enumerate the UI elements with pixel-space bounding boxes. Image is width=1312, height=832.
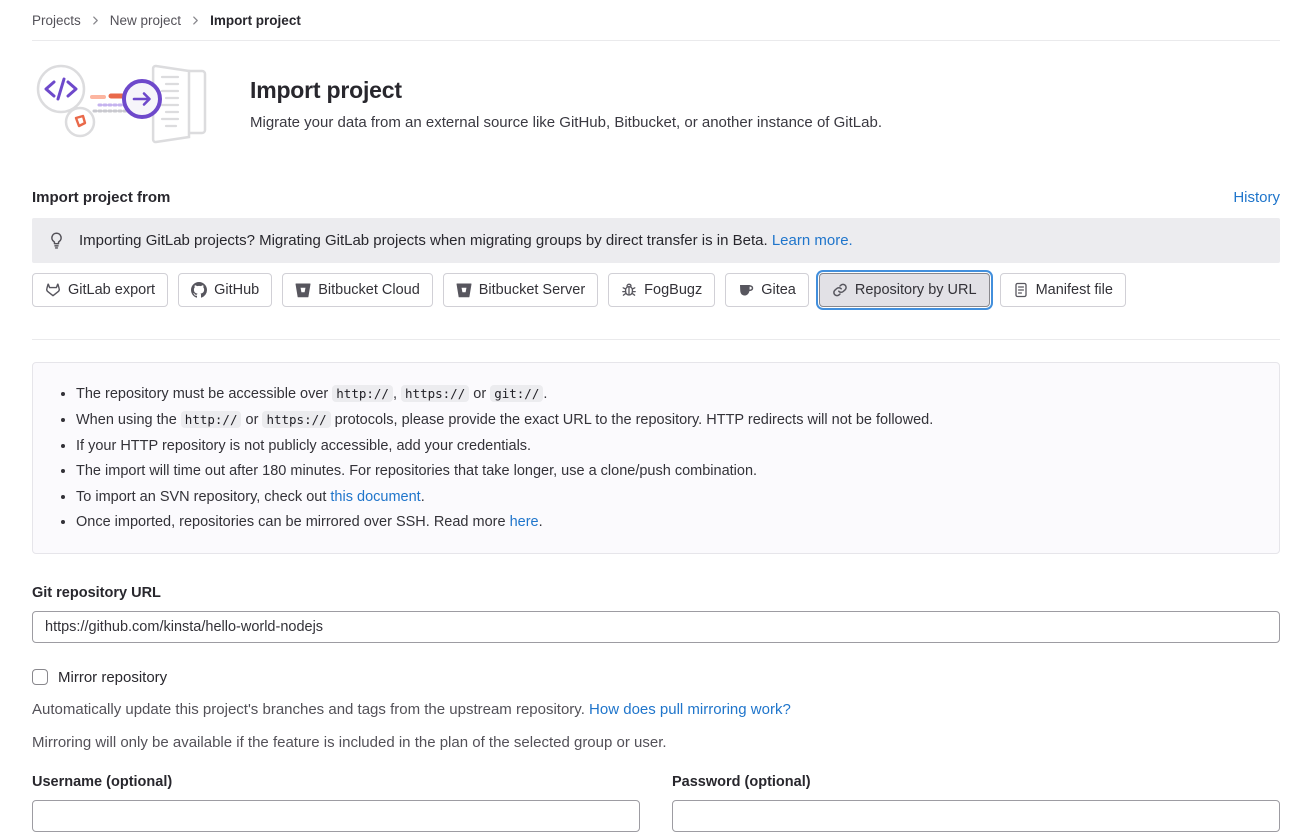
info-bullet-text: The import will time out after 180 minut…: [76, 463, 757, 479]
git-repository-url-input[interactable]: [32, 611, 1280, 643]
info-bullet-link[interactable]: this document: [330, 489, 420, 505]
beta-banner-text: Importing GitLab projects? Migrating Git…: [79, 232, 853, 249]
import-source-button-repository-by-url[interactable]: Repository by URL: [819, 273, 990, 307]
chevron-right-icon: [190, 15, 201, 26]
username-label: Username (optional): [32, 774, 640, 790]
import-source-button-gitea[interactable]: Gitea: [725, 273, 809, 307]
info-bullet-text: protocols, please provide the exact URL …: [331, 412, 934, 428]
info-bullet-text: Once imported, repositories can be mirro…: [76, 514, 510, 530]
breadcrumb-link-new-project[interactable]: New project: [110, 13, 181, 28]
import-source-button-bitbucket-server[interactable]: Bitbucket Server: [443, 273, 598, 307]
page-title: Import project: [250, 77, 882, 104]
git-repository-url-label: Git repository URL: [32, 585, 1280, 601]
username-field-group: Username (optional): [32, 774, 640, 832]
protocol-code: http://: [181, 411, 242, 428]
beta-banner-message: Importing GitLab projects? Migrating Git…: [79, 232, 768, 249]
import-source-label: GitLab export: [68, 281, 155, 299]
import-source-label: Bitbucket Server: [479, 281, 585, 299]
learn-more-link[interactable]: Learn more.: [772, 232, 853, 249]
protocol-code: https://: [262, 411, 330, 428]
bitbucket-icon: [295, 282, 311, 298]
document-icon: [1013, 282, 1029, 298]
password-label: Password (optional): [672, 774, 1280, 790]
password-input[interactable]: [672, 800, 1280, 832]
section-divider: [32, 339, 1280, 340]
import-source-label: Repository by URL: [855, 281, 977, 299]
repository-url-info-box: The repository must be accessible over h…: [32, 362, 1280, 554]
protocol-code: http://: [332, 385, 393, 402]
bitbucket-icon: [456, 282, 472, 298]
info-bullet-list: The repository must be accessible over h…: [49, 383, 1263, 534]
info-bullet-text: or: [241, 412, 262, 428]
info-bullet: When using the http:// or https:// proto…: [76, 409, 1263, 431]
info-bullet-text: .: [539, 514, 543, 530]
import-source-button-manifest-file[interactable]: Manifest file: [1000, 273, 1126, 307]
mirror-help-message: Automatically update this project's bran…: [32, 701, 585, 718]
info-bullet-text: or: [469, 386, 490, 402]
info-bullet: If your HTTP repository is not publicly …: [76, 436, 1263, 457]
mirror-plan-note: Mirroring will only be available if the …: [32, 734, 1280, 751]
protocol-code: git://: [490, 385, 543, 402]
page-header: Import project Migrate your data from an…: [32, 59, 1280, 149]
pull-mirroring-link[interactable]: How does pull mirroring work?: [589, 701, 791, 718]
breadcrumb: Projects New project Import project: [32, 0, 1280, 28]
chevron-right-icon: [90, 15, 101, 26]
info-bullet-link[interactable]: here: [510, 514, 539, 530]
protocol-code: https://: [401, 385, 469, 402]
import-source-button-gitlab-export[interactable]: GitLab export: [32, 273, 168, 307]
mirror-help-text: Automatically update this project's bran…: [32, 701, 1280, 718]
breadcrumb-divider: [32, 40, 1280, 41]
mirror-repository-label[interactable]: Mirror repository: [58, 669, 167, 686]
breadcrumb-current-import-project: Import project: [210, 13, 301, 28]
import-source-button-github[interactable]: GitHub: [178, 273, 272, 307]
info-bullet-text: To import an SVN repository, check out: [76, 489, 330, 505]
mirror-repository-checkbox[interactable]: [32, 669, 48, 685]
info-bullet: The repository must be accessible over h…: [76, 383, 1263, 405]
beta-banner: Importing GitLab projects? Migrating Git…: [32, 218, 1280, 263]
history-link[interactable]: History: [1233, 189, 1280, 206]
lightbulb-icon: [48, 232, 65, 249]
breadcrumb-link-projects[interactable]: Projects: [32, 13, 81, 28]
import-from-section-header: Import project from History: [32, 189, 1280, 206]
link-icon: [832, 282, 848, 298]
import-source-label: FogBugz: [644, 281, 702, 299]
info-bullet-text: The repository must be accessible over: [76, 386, 332, 402]
info-bullet-text: .: [421, 489, 425, 505]
import-project-page: Projects New project Import project: [0, 0, 1312, 832]
page-header-text: Import project Migrate your data from an…: [250, 77, 882, 131]
import-source-label: Manifest file: [1036, 281, 1113, 299]
username-input[interactable]: [32, 800, 640, 832]
info-bullet-text: .: [543, 386, 547, 402]
import-source-button-bitbucket-cloud[interactable]: Bitbucket Cloud: [282, 273, 433, 307]
gitlab-icon: [45, 282, 61, 298]
info-bullet-text: When using the: [76, 412, 181, 428]
import-source-label: GitHub: [214, 281, 259, 299]
page-subtitle: Migrate your data from an external sourc…: [250, 114, 882, 131]
gitea-icon: [738, 282, 754, 298]
info-bullet: Once imported, repositories can be mirro…: [76, 512, 1263, 533]
info-bullet-text: If your HTTP repository is not publicly …: [76, 438, 531, 454]
password-field-group: Password (optional): [672, 774, 1280, 832]
github-icon: [191, 282, 207, 298]
info-bullet-text: ,: [393, 386, 401, 402]
import-source-label: Gitea: [761, 281, 796, 299]
info-bullet: The import will time out after 180 minut…: [76, 461, 1263, 482]
bug-icon: [621, 282, 637, 298]
credentials-grid: Username (optional) Password (optional): [32, 774, 1280, 832]
import-illustration: [32, 59, 218, 149]
mirror-repository-row: Mirror repository: [32, 669, 1280, 686]
import-source-label: Bitbucket Cloud: [318, 281, 420, 299]
import-from-label: Import project from: [32, 189, 170, 206]
import-source-buttons: GitLab export GitHub Bitbucket Cloud Bitbuc…: [32, 273, 1280, 307]
info-bullet: To import an SVN repository, check out t…: [76, 487, 1263, 508]
import-source-button-fogbugz[interactable]: FogBugz: [608, 273, 715, 307]
